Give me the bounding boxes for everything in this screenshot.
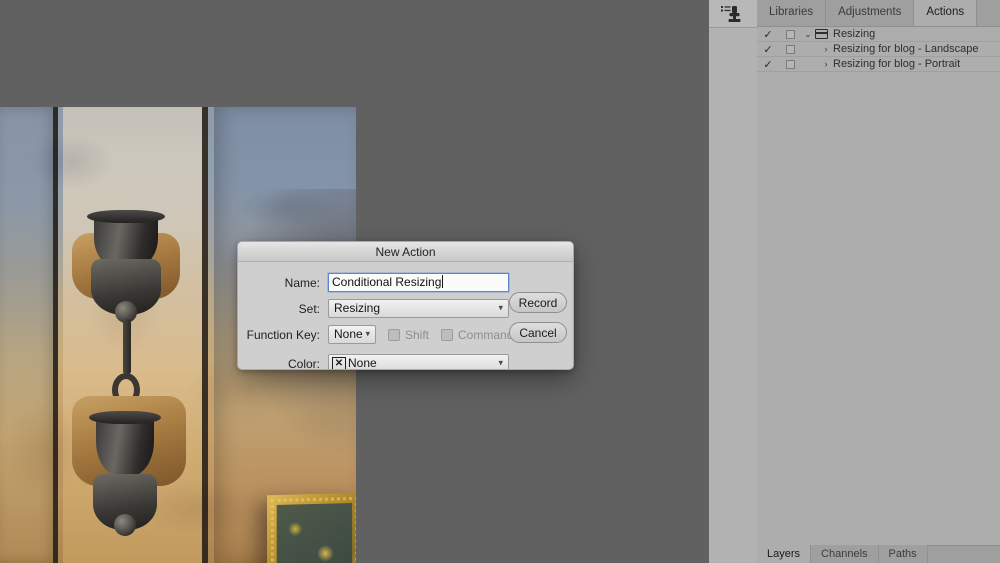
action-item-label: Resizing for blog - Landscape: [833, 43, 979, 55]
action-dialog-toggle[interactable]: [779, 29, 801, 39]
name-row: Name: Conditional Resizing: [246, 273, 534, 292]
table-row[interactable]: ✓ › Resizing for blog - Portrait: [757, 57, 1000, 72]
chevron-down-icon[interactable]: ⌄: [801, 29, 815, 40]
bottom-panel-tabbar: Layers Channels Paths: [757, 545, 1000, 563]
name-label: Name:: [284, 275, 320, 290]
grinder-rim-upper: [87, 210, 165, 223]
tab-adjustments[interactable]: Adjustments: [826, 0, 915, 26]
panel-tabbar: Libraries Adjustments Actions: [757, 0, 1000, 27]
actions-panel-empty-area: [757, 79, 1000, 545]
action-enabled-check[interactable]: ✓: [757, 43, 779, 56]
set-dropdown-value: Resizing: [334, 301, 381, 315]
color-dropdown-value: None: [348, 356, 377, 370]
name-input[interactable]: Conditional Resizing: [328, 273, 509, 292]
cancel-button[interactable]: Cancel: [509, 322, 567, 343]
grinder-knob-lower: [114, 514, 136, 536]
actions-list: ✓ ⌄ Resizing ✓ › Resizing for blog - Lan…: [757, 27, 1000, 72]
set-row: Set: Resizing ▾: [246, 299, 534, 318]
tool-options-strip[interactable]: [709, 0, 757, 28]
tab-channels[interactable]: Channels: [811, 545, 879, 563]
tab-libraries[interactable]: Libraries: [757, 0, 827, 26]
action-set-label: Resizing: [833, 28, 876, 40]
frame-artwork: [276, 503, 353, 563]
dialog-title: New Action: [238, 242, 573, 262]
command-checkbox: [441, 328, 454, 341]
tab-layers[interactable]: Layers: [757, 545, 812, 563]
chevron-down-icon: ▾: [498, 357, 503, 368]
grinder-rim-lower: [89, 411, 161, 424]
table-row[interactable]: ✓ › Resizing for blog - Landscape: [757, 42, 1000, 57]
record-button[interactable]: Record: [509, 292, 567, 313]
grinder-handle-upper: [123, 319, 131, 375]
clone-stamp-icon[interactable]: [720, 4, 746, 24]
folder-icon: [815, 29, 833, 39]
color-row: Color: ✕ None ▾: [246, 354, 534, 370]
text-caret: [442, 275, 444, 288]
command-label: Command: [458, 327, 514, 342]
color-dropdown[interactable]: ✕ None ▾: [328, 354, 509, 370]
shift-label: Shift: [405, 327, 430, 342]
chevron-down-icon: ▾: [498, 302, 503, 313]
color-label: Color:: [287, 356, 320, 370]
chevron-down-icon: ▾: [365, 328, 370, 339]
shift-checkbox-group: Shift: [388, 328, 429, 342]
command-checkbox-group: Command: [441, 328, 513, 342]
action-dialog-toggle[interactable]: [779, 59, 801, 69]
action-enabled-check[interactable]: ✓: [757, 58, 779, 71]
function-key-row: Function Key: None ▾ Shift Command: [246, 325, 546, 344]
photoshop-window: Libraries Adjustments Actions ✓ ⌄ Resizi…: [0, 0, 1000, 563]
chevron-right-icon[interactable]: ›: [819, 44, 833, 54]
dialog-body: Name: Conditional Resizing Set: Resizing…: [238, 262, 573, 370]
framed-picture: [267, 492, 356, 563]
action-dialog-toggle[interactable]: [779, 44, 801, 54]
action-item-label: Resizing for blog - Portrait: [833, 58, 961, 70]
set-label: Set:: [298, 301, 320, 316]
table-row[interactable]: ✓ ⌄ Resizing: [757, 27, 1000, 42]
function-key-label: Function Key:: [246, 327, 320, 342]
set-dropdown[interactable]: Resizing ▾: [328, 299, 509, 318]
no-color-icon: ✕: [332, 356, 346, 369]
grinder-hopper-lower: [89, 411, 161, 476]
name-input-value: Conditional Resizing: [332, 275, 442, 289]
tab-paths[interactable]: Paths: [878, 545, 928, 563]
tab-actions[interactable]: Actions: [914, 0, 978, 26]
function-key-dropdown[interactable]: None ▾: [328, 325, 376, 344]
right-panel-dock: Libraries Adjustments Actions ✓ ⌄ Resizi…: [757, 0, 1000, 563]
new-action-dialog: New Action Name: Conditional Resizing Se…: [237, 241, 574, 370]
action-enabled-check[interactable]: ✓: [757, 28, 779, 41]
chevron-right-icon[interactable]: ›: [819, 59, 833, 69]
shift-checkbox: [388, 328, 400, 341]
panel-dock-gap: [709, 0, 757, 563]
function-key-value: None: [334, 327, 363, 341]
